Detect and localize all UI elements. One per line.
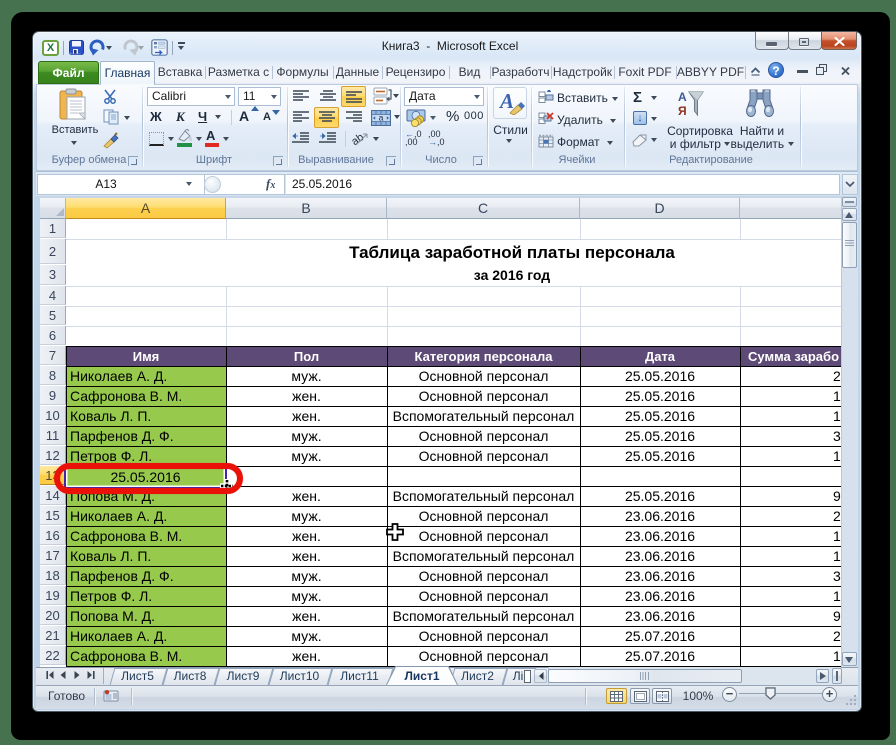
svg-text:a: a: [379, 113, 384, 123]
svg-text:Я: Я: [678, 104, 687, 118]
svg-text:А: А: [678, 90, 687, 104]
